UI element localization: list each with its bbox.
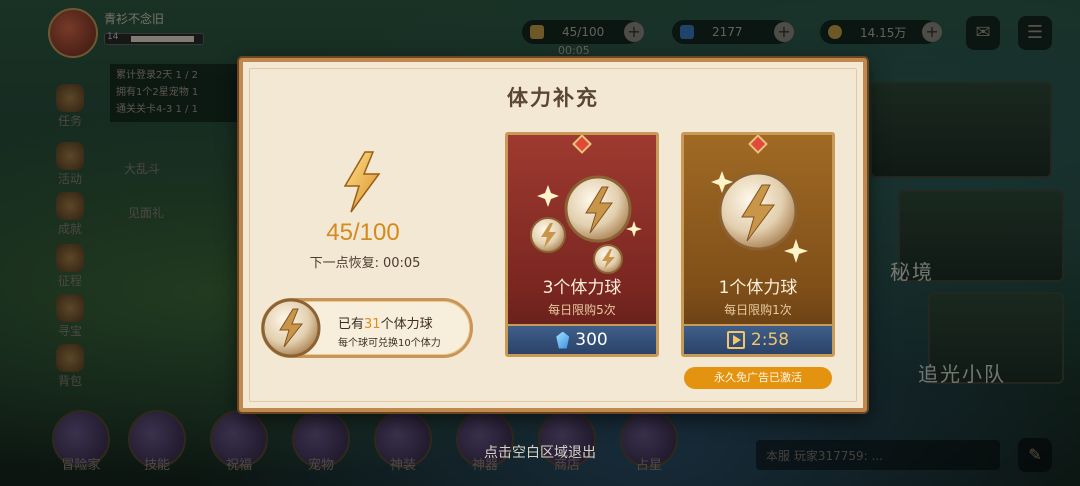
stamina-orb-icon [261, 298, 321, 358]
stamina-value: 45/100 [326, 219, 400, 246]
offer-name: 1个体力球 [718, 278, 798, 298]
owned-count-row: 已有31个体力球 [338, 317, 433, 332]
dialog-title: 体力补充 [507, 86, 599, 110]
recover-time: 00:05 [382, 256, 421, 271]
offer-price: 300 [575, 330, 608, 350]
offer-card-3-orbs[interactable]: 3个体力球 每日限购5次 300 [505, 132, 659, 357]
offer-limit: 每日限购5次 [548, 303, 616, 317]
exchange-note: 每个球可兑换10个体力 [338, 338, 441, 349]
exit-hint: 点击空白区域退出 [484, 445, 596, 461]
watch-ad-button[interactable]: 2:58 [684, 324, 832, 354]
video-ad-icon [726, 331, 745, 349]
owned-stamina-orbs[interactable]: 已有31个体力球 每个球可兑换10个体力 [261, 298, 473, 358]
buy-with-crystals-button[interactable]: 300 [508, 324, 656, 354]
owned-count: 31 [364, 317, 381, 332]
ad-cooldown: 2:58 [750, 330, 790, 350]
lightning-bolt-icon [343, 151, 381, 213]
stamina-refill-dialog: 体力补充 45/100 下一点恢复: 00:05 已有31个体力球 每个球可兑换… [239, 58, 867, 412]
adfree-badge: 永久免广告已激活 [684, 367, 832, 389]
next-recover-row: 下一点恢复: 00:05 [273, 252, 453, 271]
offer-limit: 每日限购1次 [724, 303, 792, 317]
three-orbs-illustration [530, 175, 642, 274]
recover-label: 下一点恢复: [309, 256, 379, 271]
single-orb-illustration [711, 171, 808, 263]
crystal-icon [556, 331, 570, 349]
offer-name: 3个体力球 [542, 278, 622, 298]
offer-card-1-orb[interactable]: 1个体力球 每日限购1次 2:58 [681, 132, 835, 357]
